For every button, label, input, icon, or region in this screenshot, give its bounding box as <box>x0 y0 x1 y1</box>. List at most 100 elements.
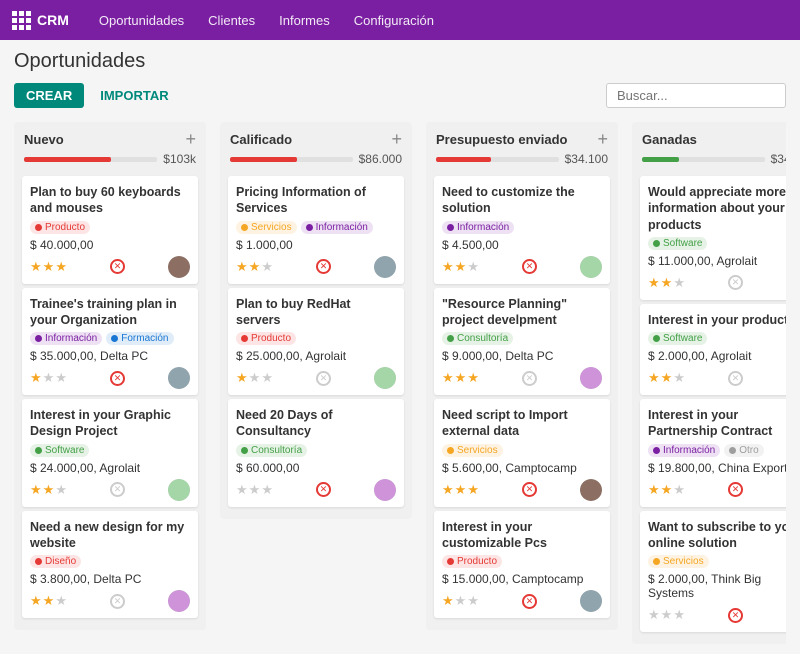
card-tag: Otro <box>724 444 763 457</box>
card-tags: Software <box>648 332 786 345</box>
tag-dot <box>653 240 660 247</box>
card-amount: $ 2.000,00, Think Big Systems <box>648 572 786 600</box>
import-button[interactable]: IMPORTAR <box>92 83 176 108</box>
star-rating: ★★★ <box>236 370 273 386</box>
alert-icon[interactable]: ✕ <box>522 482 537 497</box>
card-footer: ★★★ ✕ <box>30 367 190 389</box>
kanban-card[interactable]: Plan to buy RedHat servers Producto $ 25… <box>228 288 404 396</box>
card-amount: $ 4.500,00 <box>442 238 602 252</box>
kanban-card[interactable]: Need script to Import external data Serv… <box>434 399 610 507</box>
alert-icon[interactable]: ✕ <box>110 259 125 274</box>
kanban-card[interactable]: Pricing Information of Services Servicio… <box>228 176 404 284</box>
alert-icon[interactable]: ✕ <box>522 259 537 274</box>
alert-icon[interactable]: ✕ <box>728 371 743 386</box>
alert-icon[interactable]: ✕ <box>728 608 743 623</box>
kanban-card[interactable]: Interest in your Partnership Contract In… <box>640 399 786 507</box>
col-header-ganadas: Ganadas + <box>632 122 786 152</box>
page-title: Oportunidades <box>14 50 786 73</box>
kanban-card[interactable]: Would appreciate more information about … <box>640 176 786 300</box>
card-tag: Servicios <box>442 444 503 457</box>
col-bar-row-presupuesto: $34.100 <box>426 152 618 172</box>
col-bar-calificado <box>230 157 353 162</box>
alert-icon[interactable]: ✕ <box>110 594 125 609</box>
card-title: Would appreciate more information about … <box>648 184 786 233</box>
nav-clientes[interactable]: Clientes <box>198 7 265 34</box>
card-amount: $ 25.000,00, Agrolait <box>236 349 396 363</box>
alert-icon[interactable]: ✕ <box>522 594 537 609</box>
kanban-card[interactable]: Trainee's training plan in your Organiza… <box>22 288 198 396</box>
card-tag: Información <box>648 444 720 457</box>
kanban-card[interactable]: Interest in your customizable Pcs Produc… <box>434 511 610 619</box>
kanban-card[interactable]: Need to customize the solution Informaci… <box>434 176 610 284</box>
card-tag: Consultoría <box>442 332 513 345</box>
star-2: ★ <box>43 259 55 275</box>
star-3: ★ <box>673 370 685 386</box>
alert-icon[interactable]: ✕ <box>728 482 743 497</box>
search-input[interactable] <box>606 83 786 108</box>
col-add-nuevo[interactable]: + <box>185 130 196 148</box>
col-bar-fill-presupuesto <box>436 157 491 162</box>
alert-icon[interactable]: ✕ <box>316 371 331 386</box>
avatar <box>168 479 190 501</box>
col-total-presupuesto: $34.100 <box>565 152 608 166</box>
card-tags: Producto <box>442 555 602 568</box>
card-amount: $ 9.000,00, Delta PC <box>442 349 602 363</box>
kanban-col-ganadas: Ganadas + $34.800 Would appreciate more … <box>632 122 786 644</box>
kanban-card[interactable]: Need a new design for my website Diseño … <box>22 511 198 619</box>
star-3: ★ <box>55 593 67 609</box>
nav-informes[interactable]: Informes <box>269 7 340 34</box>
alert-icon[interactable]: ✕ <box>110 482 125 497</box>
tag-dot <box>241 335 248 342</box>
kanban-card[interactable]: Interest in your products Software $ 2.0… <box>640 304 786 395</box>
kanban-card[interactable]: "Resource Planning" project develpment C… <box>434 288 610 396</box>
card-footer: ★★★ ✕ <box>30 256 190 278</box>
app-logo[interactable]: CRM <box>12 11 69 30</box>
card-title: Pricing Information of Services <box>236 184 396 217</box>
alert-icon[interactable]: ✕ <box>522 371 537 386</box>
star-1: ★ <box>30 259 42 275</box>
tag-dot <box>35 447 42 454</box>
kanban-card[interactable]: Plan to buy 60 keyboards and mouses Prod… <box>22 176 198 284</box>
kanban-card[interactable]: Interest in your Graphic Design Project … <box>22 399 198 507</box>
card-tag: Software <box>648 332 707 345</box>
kanban-col-nuevo: Nuevo + $103k Plan to buy 60 keyboards a… <box>14 122 206 630</box>
star-3: ★ <box>467 482 479 498</box>
kanban-card[interactable]: Need 20 Days of Consultancy Consultoría … <box>228 399 404 507</box>
card-footer: ★★★ ✕ <box>442 479 602 501</box>
kanban-card[interactable]: Want to subscribe to your online solutio… <box>640 511 786 633</box>
alert-icon[interactable]: ✕ <box>728 275 743 290</box>
col-bar-fill-ganadas <box>642 157 679 162</box>
col-title-calificado: Calificado <box>230 132 292 147</box>
star-2: ★ <box>661 275 673 291</box>
star-2: ★ <box>661 607 673 623</box>
star-1: ★ <box>648 482 660 498</box>
card-footer: ★★★ ✕ <box>30 479 190 501</box>
star-2: ★ <box>661 370 673 386</box>
star-3: ★ <box>673 275 685 291</box>
star-2: ★ <box>455 259 467 275</box>
nav-configuracion[interactable]: Configuración <box>344 7 444 34</box>
card-tag: Software <box>30 444 89 457</box>
card-title: Interest in your products <box>648 312 786 328</box>
star-rating: ★★★ <box>442 593 479 609</box>
alert-icon[interactable]: ✕ <box>110 371 125 386</box>
star-1: ★ <box>236 370 248 386</box>
star-3: ★ <box>55 482 67 498</box>
tag-dot <box>447 224 454 231</box>
col-add-presupuesto[interactable]: + <box>597 130 608 148</box>
col-bar-row-calificado: $86.000 <box>220 152 412 172</box>
card-title: Trainee's training plan in your Organiza… <box>30 296 190 329</box>
create-button[interactable]: CREAR <box>14 83 84 108</box>
star-1: ★ <box>236 482 248 498</box>
star-1: ★ <box>442 259 454 275</box>
card-title: Need to customize the solution <box>442 184 602 217</box>
alert-icon[interactable]: ✕ <box>316 482 331 497</box>
card-title: "Resource Planning" project develpment <box>442 296 602 329</box>
alert-icon[interactable]: ✕ <box>316 259 331 274</box>
card-amount: $ 3.800,00, Delta PC <box>30 572 190 586</box>
tag-dot <box>447 447 454 454</box>
tag-dot <box>653 558 660 565</box>
nav-oportunidades[interactable]: Oportunidades <box>89 7 194 34</box>
col-bar-nuevo <box>24 157 157 162</box>
col-add-calificado[interactable]: + <box>391 130 402 148</box>
